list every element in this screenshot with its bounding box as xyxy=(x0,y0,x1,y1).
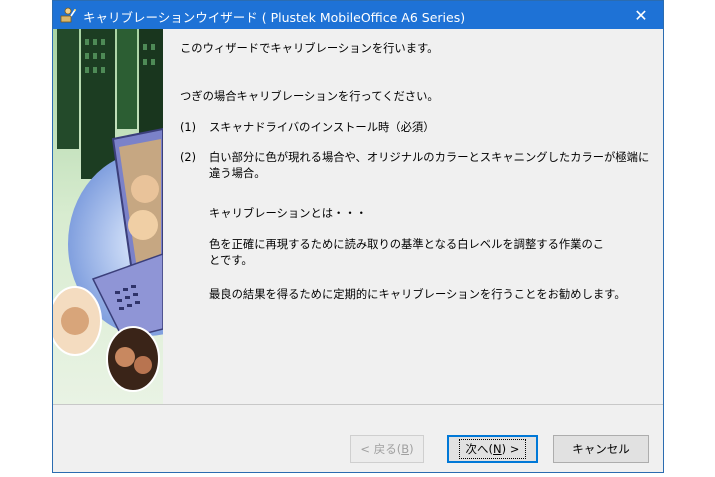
what-description-continued: とです。 xyxy=(209,254,253,267)
close-icon: ✕ xyxy=(634,5,648,25)
footer-divider xyxy=(53,404,663,405)
back-button-label: < 戻る(B) xyxy=(360,442,414,456)
next-button[interactable]: 次へ(N) > xyxy=(447,435,538,463)
list-item-text: 白い部分に色が現れる場合や、オリジナルのカラーとスキャニングしたカラーが極端に xyxy=(209,151,650,164)
title-bar[interactable]: キャリブレーションウイザード ( Plustek MobileOffice A6… xyxy=(53,1,663,29)
when-heading: つぎの場合キャリブレーションを行ってください。 xyxy=(180,90,439,103)
list-item-text-continued: 違う場合。 xyxy=(209,167,266,180)
intro-text: このウィザードでキャリブレーションを行います。 xyxy=(180,42,439,55)
window-title: キャリブレーションウイザード ( Plustek MobileOffice A6… xyxy=(83,10,466,25)
side-illustration xyxy=(53,29,163,404)
list-item-number: (1) xyxy=(180,121,197,134)
next-button-label: 次へ(N) > xyxy=(458,439,527,459)
wizard-content: このウィザードでキャリブレーションを行います。 つぎの場合キャリブレーションを行… xyxy=(180,29,660,404)
cancel-button-label: キャンセル xyxy=(572,442,630,456)
wizard-app-icon xyxy=(60,7,76,23)
recommendation-text: 最良の結果を得るために定期的にキャリブレーションを行うことをお勧めします。 xyxy=(209,288,626,301)
list-item-number: (2) xyxy=(180,151,197,164)
what-heading: キャリブレーションとは・・・ xyxy=(209,207,367,220)
back-button[interactable]: < 戻る(B) xyxy=(350,435,424,463)
wizard-window: キャリブレーションウイザード ( Plustek MobileOffice A6… xyxy=(52,0,664,473)
cancel-button[interactable]: キャンセル xyxy=(553,435,649,463)
what-description: 色を正確に再現するために読み取りの基準となる白レベルを調整する作業のこ xyxy=(209,238,605,251)
close-button[interactable]: ✕ xyxy=(619,1,663,29)
wizard-side-image xyxy=(53,29,163,404)
list-item-text: スキャナドライバのインストール時（必須） xyxy=(209,121,435,134)
